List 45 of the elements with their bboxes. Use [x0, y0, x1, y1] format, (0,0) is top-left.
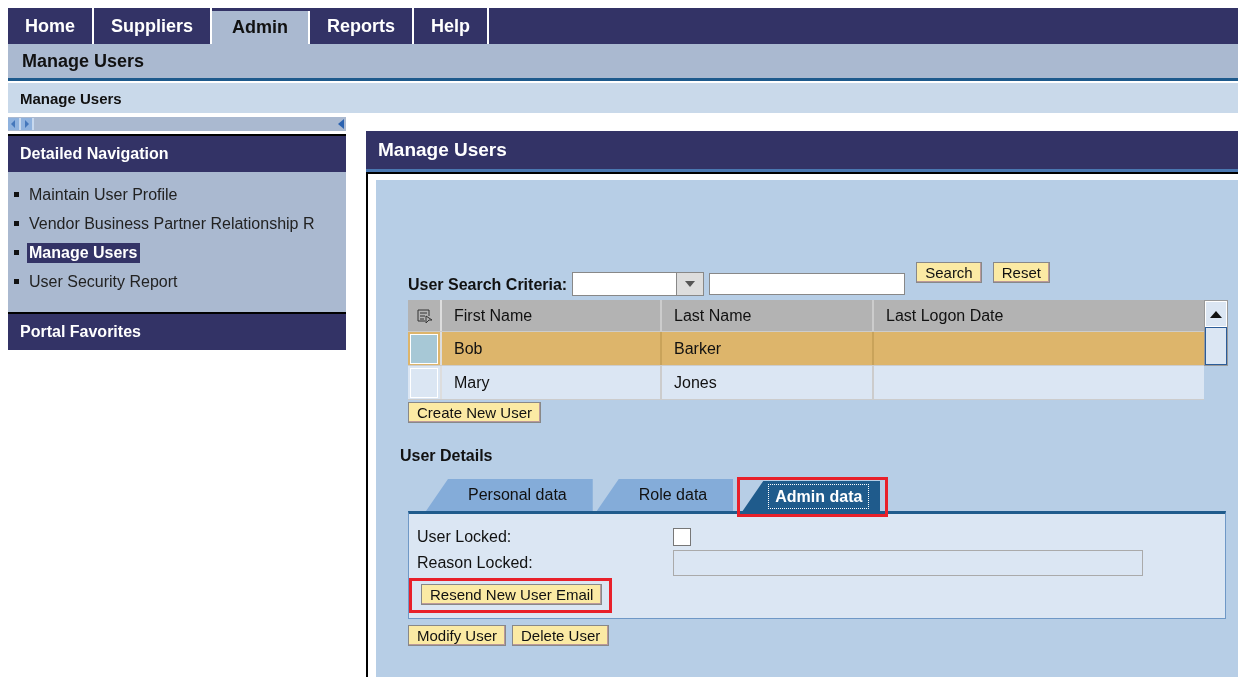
- navigation-link[interactable]: Manage Users: [27, 242, 140, 263]
- table-cell: Jones: [674, 373, 717, 392]
- nav-tab[interactable]: Admin: [212, 11, 311, 44]
- search-label: User Search Criteria:: [408, 276, 568, 294]
- navigation-link[interactable]: User Security Report: [27, 271, 180, 292]
- favorites-title: Portal Favorites: [20, 323, 141, 341]
- row-selector[interactable]: [410, 333, 438, 364]
- detail-tab[interactable]: Personal data: [426, 479, 593, 511]
- navigation-link[interactable]: Vendor Business Partner Relationship R: [27, 213, 317, 234]
- field-label: User Locked:: [417, 528, 513, 546]
- collapse-icon[interactable]: [338, 119, 344, 129]
- locked-checkbox[interactable]: [673, 528, 691, 546]
- bullet-icon: [14, 192, 19, 197]
- resend-email-button[interactable]: Resend New User Email: [421, 584, 603, 605]
- scroll-up-icon[interactable]: [1210, 310, 1222, 318]
- criteria-dropdown[interactable]: [572, 272, 705, 296]
- navigation-title: Detailed Navigation: [20, 145, 169, 163]
- detail-tab[interactable]: Admin data: [741, 481, 881, 513]
- detail-tab[interactable]: Role data: [596, 479, 734, 511]
- table-cell: Bob: [454, 339, 483, 358]
- scroll-arrows-icon[interactable]: [8, 118, 34, 130]
- search-field[interactable]: [709, 273, 906, 295]
- favorites-header[interactable]: Portal Favorites: [8, 312, 346, 350]
- table-row[interactable]: Mary Jones: [408, 366, 1204, 400]
- page-title: Manage Users: [22, 50, 145, 72]
- breadcrumb: Manage Users: [20, 89, 122, 107]
- search-button[interactable]: Search: [916, 262, 982, 283]
- search-button[interactable]: Reset: [992, 262, 1050, 283]
- action-button[interactable]: Modify User: [408, 625, 507, 646]
- scrollbar[interactable]: [1204, 300, 1228, 366]
- action-button[interactable]: Delete User: [512, 625, 610, 646]
- column-settings-icon[interactable]: [416, 307, 432, 324]
- table-row[interactable]: Bob Barker: [408, 332, 1204, 366]
- caret-icon: [685, 281, 696, 287]
- table-cell: Barker: [674, 339, 722, 358]
- bullet-icon: [14, 279, 19, 284]
- column-header[interactable]: Last Logon Date: [874, 300, 1204, 331]
- panel-title: Manage Users: [378, 139, 507, 161]
- create-user-button[interactable]: Create New User: [408, 402, 542, 423]
- section-title: User Details: [400, 447, 494, 466]
- bullet-icon: [14, 250, 19, 255]
- field-label: Reason Locked:: [417, 554, 534, 572]
- navigation-link[interactable]: Maintain User Profile: [27, 184, 180, 205]
- bullet-icon: [14, 221, 19, 226]
- table-cell: Mary: [454, 373, 490, 392]
